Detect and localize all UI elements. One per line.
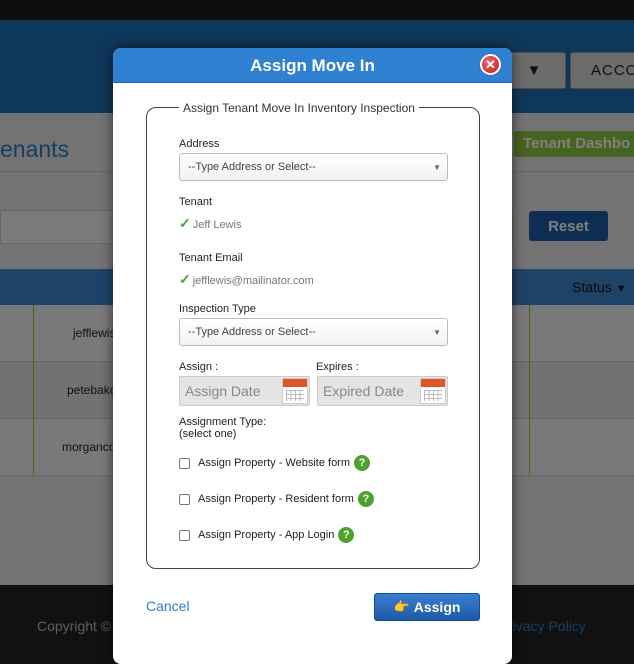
close-icon[interactable]: ✕ [480,54,501,75]
address-label: Address [179,138,220,150]
assignment-option-website[interactable]: Assign Property - Website form ? [179,455,371,471]
chevron-down-icon: ▼ [433,163,441,172]
tenant-label: Tenant [179,196,213,208]
assign-button-label: Assign [413,599,461,615]
checkbox[interactable] [179,457,190,469]
checkbox[interactable] [179,493,190,505]
calendar-icon[interactable] [420,378,446,404]
expires-date-placeholder: Expired Date [323,383,404,399]
inspection-type-label: Inspection Type [179,303,256,315]
chevron-down-icon: ▼ [433,328,441,337]
modal-title: Assign Move In [250,56,375,75]
cancel-link[interactable]: Cancel [146,598,190,614]
inspection-type-placeholder: --Type Address or Select-- [188,326,316,338]
expires-date-label: Expires : [316,361,359,373]
assignment-option-label: Assign Property - App Login [198,529,335,541]
assignment-option-app-login[interactable]: Assign Property - App Login ? [179,527,355,543]
assign-date-label: Assign : [179,361,219,373]
calendar-icon[interactable] [282,378,308,404]
checkmark-icon: ✓ [179,215,191,231]
checkmark-icon: ✓ [179,271,191,287]
tenant-name: Jeff Lewis [192,219,242,231]
assign-date-placeholder: Assign Date [185,383,261,399]
assignment-option-label: Assign Property - Resident form [198,493,354,505]
tenant-value: ✓ Jeff Lewis [179,215,241,232]
help-icon[interactable]: ? [338,527,355,543]
tenant-email-value: ✓ jefflewis@mailinator.com [179,271,314,288]
fieldset-legend: Assign Tenant Move In Inventory Inspecti… [179,101,419,115]
modal-header: Assign Move In ✕ [113,48,512,83]
assignment-type-label: Assignment Type: [179,416,267,428]
pointing-hand-icon: 👉 [393,599,410,614]
assignment-type-hint: (select one) [179,428,237,440]
assignment-option-label: Assign Property - Website form [198,457,351,469]
address-select-placeholder: --Type Address or Select-- [188,161,316,173]
assignment-option-resident[interactable]: Assign Property - Resident form ? [179,491,374,507]
tenant-email-label: Tenant Email [179,252,243,264]
expires-date-input[interactable]: Expired Date [317,376,448,406]
assign-move-in-modal: Assign Move In ✕ Assign Tenant Move In I… [113,48,512,664]
address-select[interactable]: --Type Address or Select-- ▼ [179,153,448,181]
help-icon[interactable]: ? [357,491,374,507]
assign-button[interactable]: 👉 Assign [374,593,480,621]
assign-date-input[interactable]: Assign Date [179,376,310,406]
inspection-type-select[interactable]: --Type Address or Select-- ▼ [179,318,448,346]
tenant-email: jefflewis@mailinator.com [192,275,314,287]
help-icon[interactable]: ? [354,455,371,471]
checkbox[interactable] [179,529,190,541]
